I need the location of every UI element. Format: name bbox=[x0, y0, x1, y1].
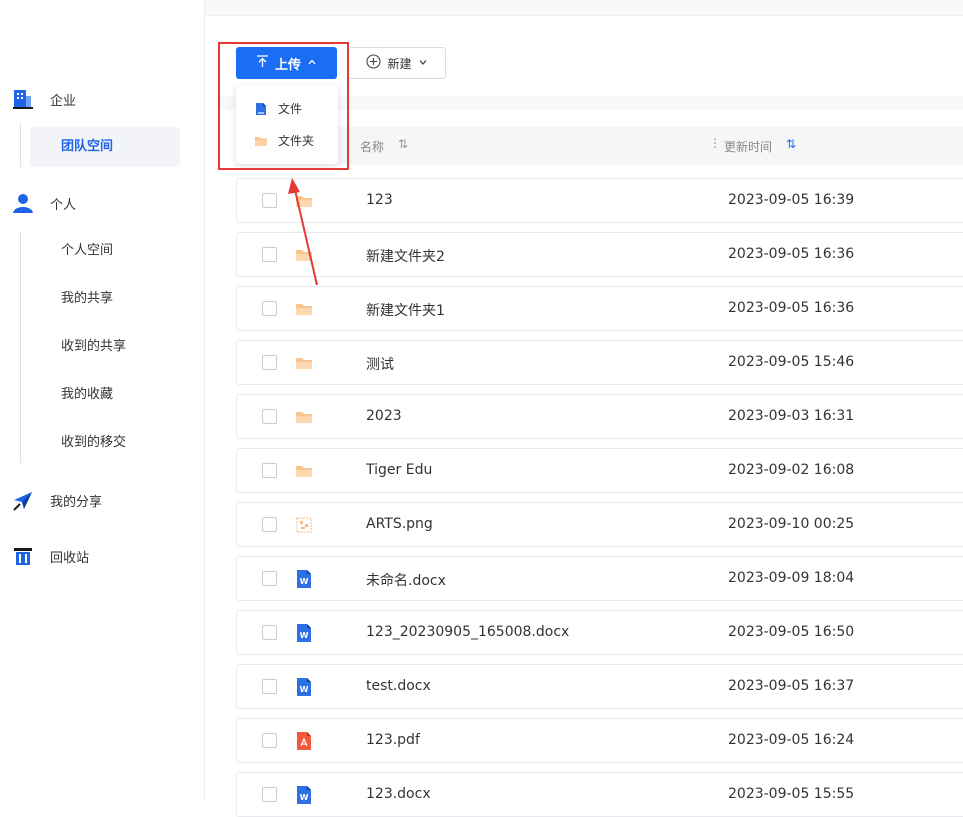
trash-icon bbox=[12, 545, 34, 567]
svg-text:W: W bbox=[300, 577, 309, 586]
nav-favorites[interactable]: 我的收藏 bbox=[61, 385, 113, 405]
file-updated-time: 2023-09-05 16:37 bbox=[728, 678, 855, 694]
svg-text:W: W bbox=[300, 631, 309, 640]
row-checkbox[interactable] bbox=[262, 625, 277, 640]
row-checkbox[interactable] bbox=[262, 679, 277, 694]
file-name[interactable]: test.docx bbox=[366, 678, 431, 694]
row-checkbox[interactable] bbox=[262, 571, 277, 586]
column-header-time[interactable]: 更新时间 bbox=[724, 138, 772, 155]
word-file-icon: W bbox=[294, 569, 314, 589]
file-name[interactable]: 123_20230905_165008.docx bbox=[366, 624, 569, 640]
word-file-icon: W bbox=[294, 677, 314, 697]
file-updated-time: 2023-09-10 00:25 bbox=[728, 516, 855, 532]
folder-icon bbox=[294, 191, 314, 211]
folder-icon bbox=[294, 407, 314, 427]
folder-icon bbox=[294, 245, 314, 265]
pdf-file-icon bbox=[294, 731, 314, 751]
table-row[interactable]: 测试 2023-09-05 15:46 bbox=[236, 340, 963, 385]
file-name[interactable]: 新建文件夹1 bbox=[366, 300, 445, 320]
nav-received-transfer[interactable]: 收到的移交 bbox=[61, 433, 126, 453]
image-file-icon bbox=[294, 515, 314, 535]
file-updated-time: 2023-09-02 16:08 bbox=[728, 462, 855, 478]
nav-my-shared[interactable]: 我的共享 bbox=[61, 289, 113, 309]
row-checkbox[interactable] bbox=[262, 463, 277, 478]
file-updated-time: 2023-09-03 16:31 bbox=[728, 408, 855, 424]
file-updated-time: 2023-09-09 18:04 bbox=[728, 570, 855, 586]
row-checkbox[interactable] bbox=[262, 409, 277, 424]
nav-recycle-bin[interactable]: 回收站 bbox=[12, 543, 89, 569]
plus-circle-icon bbox=[366, 54, 382, 72]
nav-my-shares[interactable]: 我的分享 bbox=[12, 487, 102, 513]
folder-icon bbox=[294, 461, 314, 481]
nav-my-shares-label: 我的分享 bbox=[50, 494, 103, 510]
file-name[interactable]: 2023 bbox=[366, 408, 402, 424]
file-name[interactable]: 新建文件夹2 bbox=[366, 246, 445, 266]
svg-text:W: W bbox=[300, 685, 309, 694]
top-bar bbox=[205, 0, 963, 16]
nav-recycle-bin-label: 回收站 bbox=[50, 550, 90, 566]
file-updated-time: 2023-09-05 16:36 bbox=[728, 246, 855, 262]
file-name[interactable]: 123.pdf bbox=[366, 732, 420, 748]
row-checkbox[interactable] bbox=[262, 355, 277, 370]
nav-personal-space[interactable]: 个人空间 bbox=[61, 241, 113, 261]
table-row[interactable]: W 未命名.docx 2023-09-09 18:04 bbox=[236, 556, 963, 601]
svg-text:W: W bbox=[300, 793, 309, 802]
sort-icon[interactable]: ⇅ bbox=[786, 137, 796, 151]
sort-icon[interactable]: ⇅ bbox=[398, 137, 408, 151]
nav-received-shared[interactable]: 收到的共享 bbox=[61, 337, 126, 357]
column-resize-handle[interactable]: ⋮ bbox=[709, 136, 721, 150]
table-row[interactable]: 123 2023-09-05 16:39 bbox=[236, 178, 963, 223]
table-row[interactable]: Wtest.docx 2023-09-05 16:37 bbox=[236, 664, 963, 709]
new-button[interactable]: 新建 bbox=[348, 47, 446, 79]
new-label: 新建 bbox=[387, 56, 412, 71]
nav-enterprise[interactable]: 企业 bbox=[12, 86, 76, 112]
folder-icon bbox=[294, 353, 314, 373]
row-checkbox[interactable] bbox=[262, 301, 277, 316]
file-name[interactable]: 未命名.docx bbox=[366, 570, 446, 590]
send-icon bbox=[12, 489, 34, 511]
table-row[interactable]: 2023 2023-09-03 16:31 bbox=[236, 394, 963, 439]
table-row[interactable]: W 123.docx 2023-09-05 15:55 bbox=[236, 772, 963, 817]
file-name[interactable]: Tiger Edu bbox=[366, 462, 432, 478]
row-checkbox[interactable] bbox=[262, 193, 277, 208]
file-name[interactable]: 123 bbox=[366, 192, 393, 208]
file-name[interactable]: ARTS.png bbox=[366, 516, 433, 532]
file-updated-time: 2023-09-05 16:24 bbox=[728, 732, 855, 748]
table-row[interactable]: W 123_20230905_165008.docx 2023-09-05 16:5… bbox=[236, 610, 963, 655]
nav-tree-line bbox=[20, 231, 21, 463]
folder-icon bbox=[294, 299, 314, 319]
nav-team-space[interactable]: 团队空间 bbox=[30, 127, 180, 167]
table-row[interactable]: 123.pdf 2023-09-05 16:24 bbox=[236, 718, 963, 763]
table-row[interactable]: 新建文件夹2 2023-09-05 16:36 bbox=[236, 232, 963, 277]
nav-personal-label: 个人 bbox=[50, 197, 77, 213]
file-updated-time: 2023-09-05 16:39 bbox=[728, 192, 855, 208]
column-header-name[interactable]: 名称 bbox=[360, 138, 384, 155]
table-row[interactable]: Tiger Edu 2023-09-02 16:08 bbox=[236, 448, 963, 493]
file-updated-time: 2023-09-05 16:50 bbox=[728, 624, 855, 640]
nav-enterprise-label: 企业 bbox=[50, 93, 77, 109]
row-checkbox[interactable] bbox=[262, 247, 277, 262]
file-name[interactable]: 测试 bbox=[366, 354, 394, 374]
highlight-box bbox=[218, 42, 349, 170]
user-icon bbox=[12, 192, 34, 214]
file-updated-time: 2023-09-05 16:36 bbox=[728, 300, 855, 316]
nav-personal[interactable]: 个人 bbox=[12, 190, 76, 216]
nav-tree-line bbox=[20, 123, 21, 167]
chevron-down-icon bbox=[418, 56, 428, 70]
table-row[interactable]: 新建文件夹1 2023-09-05 16:36 bbox=[236, 286, 963, 331]
row-checkbox[interactable] bbox=[262, 517, 277, 532]
table-row[interactable]: ARTS.png 2023-09-10 00:25 bbox=[236, 502, 963, 547]
word-file-icon: W bbox=[294, 623, 314, 643]
row-checkbox[interactable] bbox=[262, 733, 277, 748]
building-icon bbox=[12, 88, 34, 110]
file-updated-time: 2023-09-05 15:46 bbox=[728, 354, 855, 370]
word-file-icon: W bbox=[294, 785, 314, 805]
sidebar: 企业 团队空间 个人 个人空间 我的共享 收到的共享 我的收藏 收到的移交 我的… bbox=[0, 0, 205, 800]
